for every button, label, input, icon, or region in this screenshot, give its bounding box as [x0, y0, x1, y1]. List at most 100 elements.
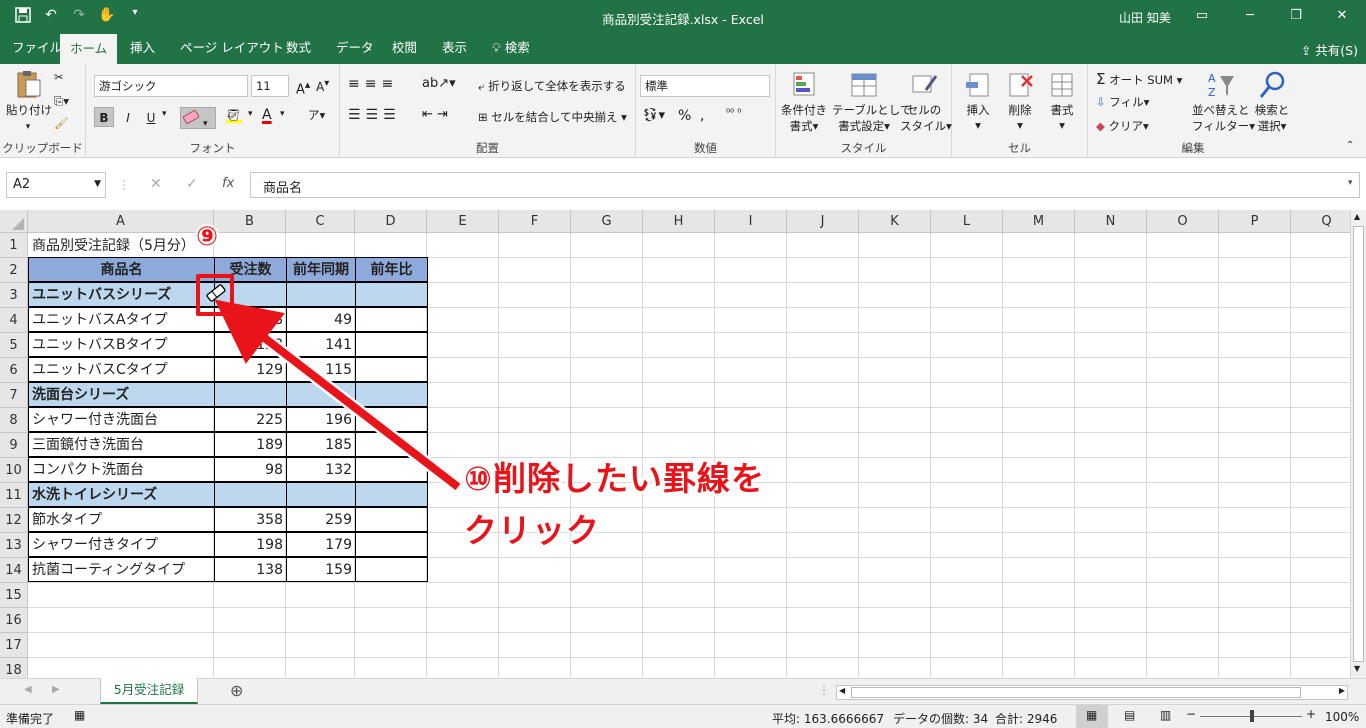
row-header-10[interactable]: 10 [0, 458, 28, 483]
sheet-title-cell[interactable]: 商品別受注記録（5月分） [29, 234, 429, 259]
category-cell-empty[interactable] [355, 382, 428, 407]
row-header-4[interactable]: 4 [0, 308, 28, 333]
row-header-11[interactable]: 11 [0, 483, 28, 508]
column-header-k[interactable]: K [859, 210, 931, 233]
horizontal-align-icons[interactable]: ☰☰☰ [348, 107, 401, 123]
yoy-ratio-cell[interactable] [355, 357, 428, 382]
number-format-select[interactable]: 標準 [640, 75, 770, 97]
yoy-ratio-cell[interactable] [355, 307, 428, 332]
border-eraser-button[interactable]: ▾ [180, 107, 216, 129]
category-cell[interactable]: 水洗トイレシリーズ [28, 482, 215, 507]
column-header-j[interactable]: J [787, 210, 859, 233]
page-layout-view-icon[interactable]: ▤ [1124, 708, 1135, 722]
zoom-slider-thumb[interactable] [1250, 710, 1254, 722]
row-header-5[interactable]: 5 [0, 333, 28, 358]
orders-cell[interactable]: 225 [214, 407, 287, 432]
minimize-button[interactable]: ─ [1227, 0, 1273, 32]
page-break-view-icon[interactable]: ▥ [1160, 708, 1171, 722]
fill-color-dropdown-icon[interactable]: ▾ [248, 109, 253, 119]
row-header-18[interactable]: 18 [0, 658, 28, 678]
row-header-15[interactable]: 15 [0, 583, 28, 608]
tab-insert[interactable]: 挿入 [120, 34, 165, 64]
row-header-13[interactable]: 13 [0, 533, 28, 558]
tab-data[interactable]: データ [326, 34, 384, 64]
previous-year-cell[interactable]: 159 [286, 557, 356, 582]
cell-styles-button[interactable]: セルの スタイル▾ [900, 70, 952, 134]
orders-cell[interactable]: 98 [214, 457, 287, 482]
column-header-a[interactable]: A [28, 210, 214, 233]
previous-year-cell[interactable]: 141 [286, 332, 356, 357]
category-cell-empty[interactable] [214, 482, 287, 507]
previous-year-cell[interactable]: 179 [286, 532, 356, 557]
column-header-e[interactable]: E [427, 210, 499, 233]
find-select-button[interactable]: 検索と 選択▾ [1252, 70, 1292, 134]
yoy-ratio-cell[interactable] [355, 332, 428, 357]
tab-view[interactable]: 表示 [432, 34, 477, 64]
product-name-cell[interactable]: コンパクト洗面台 [28, 457, 215, 482]
category-cell-empty[interactable] [355, 282, 428, 307]
column-header-l[interactable]: L [931, 210, 1003, 233]
row-header-8[interactable]: 8 [0, 408, 28, 433]
user-name[interactable]: 山田 知美 [1119, 9, 1171, 26]
font-color-dropdown-icon[interactable]: ▾ [280, 109, 285, 119]
horizontal-scroll-thumb[interactable] [851, 687, 1301, 698]
wrap-text-button[interactable]: ⤶ 折り返して全体を表示する [478, 78, 626, 94]
yoy-ratio-cell[interactable] [355, 557, 428, 582]
fill-color-icon[interactable]: 🪣︎ [226, 108, 242, 123]
share-button[interactable]: ⇪ 共有(S) [1301, 40, 1358, 59]
previous-year-cell[interactable]: 259 [286, 507, 356, 532]
orders-cell[interactable]: 138 [214, 557, 287, 582]
restore-button[interactable]: ❐ [1273, 0, 1319, 32]
name-box[interactable]: A2 ▼ [6, 172, 106, 198]
column-header-q[interactable]: Q [1291, 210, 1350, 233]
column-header-c[interactable]: C [286, 210, 355, 233]
vertical-scrollbar[interactable]: ▲ ▼ [1350, 210, 1366, 678]
cancel-entry-icon[interactable]: ✕ [150, 176, 162, 192]
previous-year-cell[interactable]: 115 [286, 357, 356, 382]
formula-input[interactable]: 商品名 [250, 172, 1360, 198]
bold-button[interactable]: B [94, 107, 114, 127]
product-name-cell[interactable]: ユニットバスBタイプ [28, 332, 215, 357]
orders-cell[interactable]: 129 [214, 357, 287, 382]
tab-search[interactable]: 💡︎ 検索 [482, 34, 540, 64]
currency-icon[interactable]: 💱︎▾ [642, 108, 665, 123]
phonetic-icon[interactable]: ア▾ [308, 107, 325, 123]
tab-formulas[interactable]: 数式 [276, 34, 321, 64]
confirm-entry-icon[interactable]: ✓ [186, 176, 198, 192]
paste-button[interactable]: 貼り付け ▾ [6, 70, 52, 132]
select-all-corner[interactable] [0, 210, 28, 233]
insert-cells-button[interactable]: 挿入 ▾ [958, 70, 998, 132]
scroll-right-icon[interactable]: ▶ [1339, 686, 1345, 695]
increase-font-icon[interactable]: A▴ [296, 78, 310, 97]
sheet-tab-may[interactable]: 5月受注記録 [100, 678, 198, 704]
previous-year-cell[interactable]: 132 [286, 457, 356, 482]
product-name-cell[interactable]: シャワー付き洗面台 [28, 407, 215, 432]
row-header-9[interactable]: 9 [0, 433, 28, 458]
row-header-12[interactable]: 12 [0, 508, 28, 533]
row-header-1[interactable]: 1 [0, 233, 28, 258]
yoy-ratio-cell[interactable] [355, 407, 428, 432]
scroll-down-icon[interactable]: ▼ [1354, 664, 1360, 673]
italic-button[interactable]: I [118, 107, 138, 127]
category-cell-empty[interactable] [286, 282, 356, 307]
vertical-align-icons[interactable]: ≡≡≡ [348, 76, 398, 92]
column-header-m[interactable]: M [1003, 210, 1075, 233]
horizontal-scrollbar[interactable]: ◀ ▶ [836, 685, 1348, 700]
copy-icon[interactable]: ⎘▾ [54, 94, 69, 109]
font-size-select[interactable]: 11 [251, 75, 289, 97]
underline-button[interactable]: U [141, 107, 161, 127]
table-header-cell[interactable]: 前年同期 [286, 257, 356, 282]
category-cell[interactable]: 洗面台シリーズ [28, 382, 215, 407]
row-header-7[interactable]: 7 [0, 383, 28, 408]
row-header-3[interactable]: 3 [0, 283, 28, 308]
previous-year-cell[interactable]: 185 [286, 432, 356, 457]
delete-cells-button[interactable]: 削除 ▾ [1000, 70, 1040, 132]
font-color-icon[interactable]: A [262, 107, 272, 123]
add-sheet-icon[interactable]: ⊕ [230, 681, 243, 700]
yoy-ratio-cell[interactable] [355, 457, 428, 482]
row-header-16[interactable]: 16 [0, 608, 28, 633]
orders-cell[interactable]: 358 [214, 507, 287, 532]
comma-icon[interactable]: , [700, 108, 704, 124]
row-header-6[interactable]: 6 [0, 358, 28, 383]
column-header-n[interactable]: N [1075, 210, 1147, 233]
